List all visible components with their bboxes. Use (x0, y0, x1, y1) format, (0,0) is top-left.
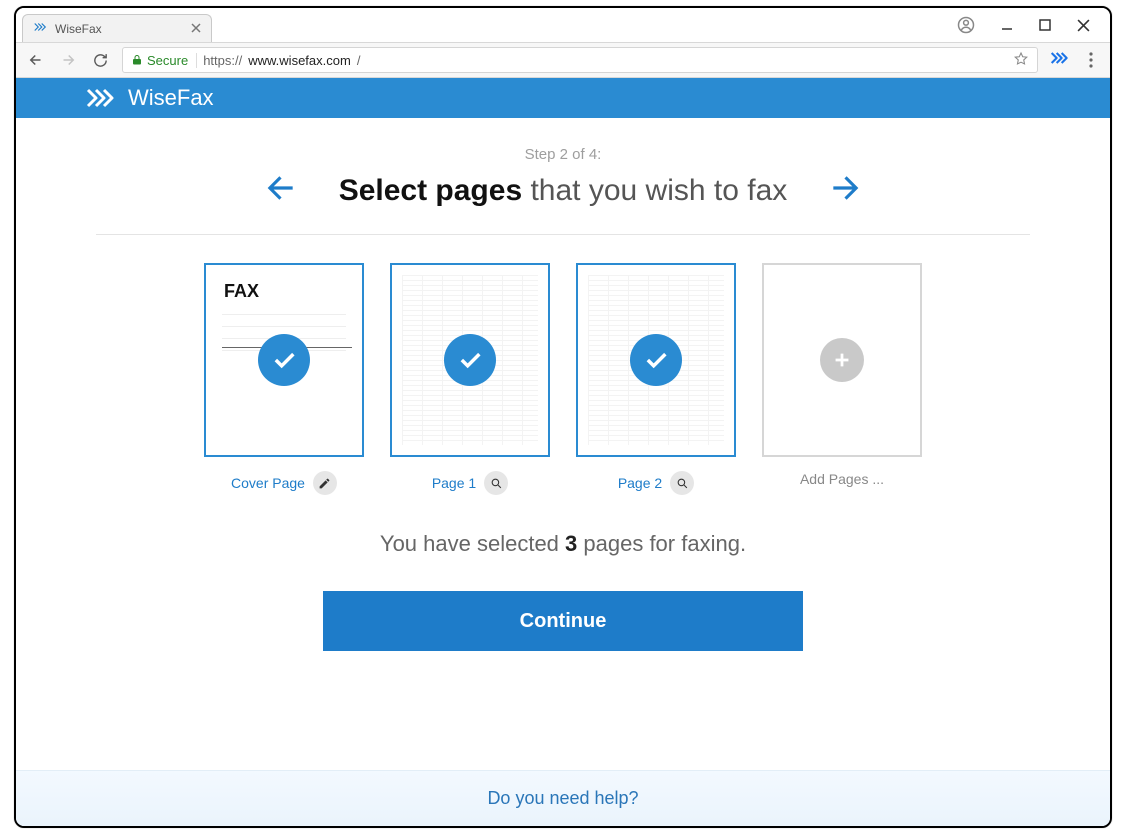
main-content: Step 2 of 4: Select pages that you wish … (16, 118, 1110, 651)
headline-bold: Select pages (339, 174, 522, 207)
headline-row: Select pages that you wish to fax (96, 169, 1030, 212)
thumbnail-page-1[interactable] (390, 263, 550, 457)
url-bar: Secure https:// www.wisefax.com / (16, 42, 1110, 78)
plus-icon (820, 338, 864, 382)
selection-suffix: pages for faxing. (577, 531, 746, 556)
selected-check-icon (444, 334, 496, 386)
thumbnail-cover-page[interactable]: FAX (204, 263, 364, 457)
minimize-icon[interactable] (1001, 19, 1013, 31)
browser-window: WiseFax (14, 6, 1112, 828)
selection-count: 3 (565, 531, 577, 556)
page-headline: Select pages that you wish to fax (339, 174, 788, 208)
divider (96, 234, 1030, 235)
tab-strip: WiseFax (22, 14, 212, 42)
brand-logo-icon (86, 87, 118, 109)
thumb-label[interactable]: Cover Page (231, 475, 305, 491)
browser-menu-icon[interactable] (1082, 52, 1100, 68)
app-header: WiseFax (16, 78, 1110, 118)
tab-close-icon[interactable] (191, 22, 201, 36)
zoom-page-button[interactable] (670, 471, 694, 495)
thumb-col-page1: Page 1 (390, 263, 550, 495)
page-thumbnails: FAX Cover Page (96, 263, 1030, 495)
thumbnail-page-2[interactable] (576, 263, 736, 457)
brand-name: WiseFax (128, 85, 214, 111)
reload-button[interactable] (90, 50, 110, 70)
title-bar: WiseFax (16, 8, 1110, 42)
forward-button[interactable] (58, 50, 78, 70)
cover-fax-title: FAX (222, 281, 261, 302)
continue-button[interactable]: Continue (323, 591, 803, 651)
tab-favicon-icon (33, 20, 47, 37)
user-icon[interactable] (957, 16, 975, 34)
zoom-page-button[interactable] (484, 471, 508, 495)
url-path: / (357, 53, 361, 68)
thumb-col-page2: Page 2 (576, 263, 736, 495)
extension-icon[interactable] (1050, 50, 1070, 71)
url-host: www.wisefax.com (248, 53, 351, 68)
brand[interactable]: WiseFax (86, 85, 214, 111)
window-controls (957, 10, 1110, 34)
secure-indicator: Secure (131, 53, 197, 68)
thumb-label[interactable]: Page 1 (432, 475, 476, 491)
next-step-button[interactable] (827, 169, 865, 212)
add-pages-tile[interactable] (762, 263, 922, 457)
selection-prefix: You have selected (380, 531, 565, 556)
secure-label: Secure (147, 53, 188, 68)
tab-title: WiseFax (55, 22, 102, 36)
address-bar[interactable]: Secure https:// www.wisefax.com / (122, 47, 1038, 73)
thumb-col-cover: FAX Cover Page (204, 263, 364, 495)
selected-check-icon (258, 334, 310, 386)
selection-summary: You have selected 3 pages for faxing. (96, 531, 1030, 557)
edit-cover-button[interactable] (313, 471, 337, 495)
close-window-icon[interactable] (1077, 19, 1090, 32)
help-link[interactable]: Do you need help? (487, 788, 638, 809)
browser-tab[interactable]: WiseFax (22, 14, 212, 42)
back-button[interactable] (26, 50, 46, 70)
prev-step-button[interactable] (261, 169, 299, 212)
selected-check-icon (630, 334, 682, 386)
bookmark-star-icon[interactable] (1013, 51, 1029, 70)
maximize-icon[interactable] (1039, 19, 1051, 31)
headline-rest: that you wish to fax (522, 174, 787, 207)
help-bar[interactable]: Do you need help? (16, 770, 1110, 826)
add-pages-label[interactable]: Add Pages ... (800, 471, 884, 487)
thumb-label[interactable]: Page 2 (618, 475, 662, 491)
thumb-col-add: Add Pages ... (762, 263, 922, 495)
step-indicator: Step 2 of 4: (96, 146, 1030, 163)
url-scheme: https:// (203, 53, 242, 68)
